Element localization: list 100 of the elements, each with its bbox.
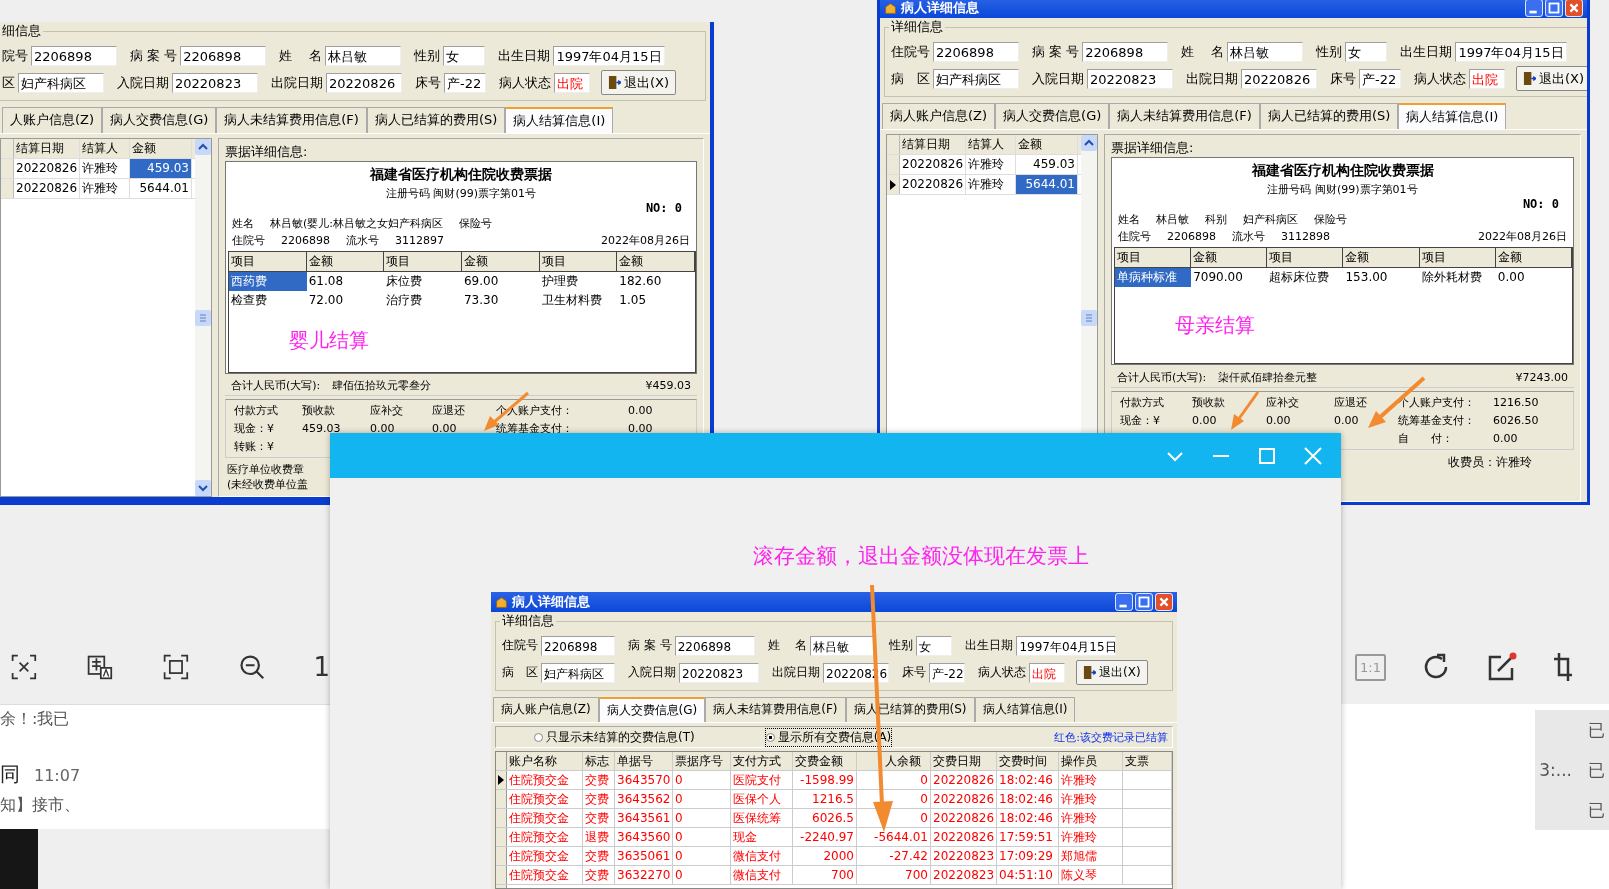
- table-cell[interactable]: 459.03: [1016, 155, 1078, 174]
- tab[interactable]: 人账户信息(Z): [2, 107, 103, 133]
- tab[interactable]: 病人未结算费用信息(F): [216, 107, 367, 133]
- text-field[interactable]: 林吕敏: [1227, 41, 1304, 62]
- tab[interactable]: 病人已结算的费用(S): [845, 697, 975, 722]
- text-field[interactable]: 妇产科病区: [18, 72, 104, 93]
- text-field[interactable]: 2206898: [933, 41, 1019, 62]
- text-field[interactable]: 1997年04月15日: [1016, 635, 1117, 656]
- payment-text: 0.00: [1334, 413, 1360, 429]
- text-field[interactable]: 妇产科病区: [541, 662, 615, 683]
- column-header: 项目: [1267, 248, 1344, 267]
- crop-icon[interactable]: [1551, 651, 1572, 683]
- field-label: 性别: [889, 637, 914, 654]
- field-label: 病 案 号: [1032, 42, 1080, 61]
- window-title: 病人详细信息: [512, 593, 590, 611]
- row-header[interactable]: [887, 175, 900, 194]
- tab[interactable]: 病人交费信息(G): [995, 103, 1110, 129]
- text-field[interactable]: 2206898: [541, 635, 615, 656]
- table-cell: -2240.97: [793, 828, 857, 846]
- text-field[interactable]: 出院: [1469, 68, 1505, 89]
- text-field[interactable]: 产-22: [929, 662, 965, 683]
- text-field[interactable]: 1997年04月15日: [1455, 41, 1568, 62]
- text-field[interactable]: 林吕敏: [325, 45, 402, 66]
- maximize-button[interactable]: [1135, 593, 1153, 611]
- column-header: 账户名称: [507, 752, 583, 770]
- table-cell[interactable]: 超标床位费: [1267, 268, 1344, 287]
- maximize-icon[interactable]: [1257, 445, 1277, 466]
- minimize-button[interactable]: [1525, 0, 1543, 17]
- minimize-button[interactable]: [1115, 593, 1133, 611]
- tab[interactable]: 病人结算信息(I): [974, 697, 1076, 722]
- scroll-up-icon[interactable]: [1081, 135, 1097, 151]
- tab[interactable]: 病人已结算的费用(S): [366, 107, 506, 133]
- table-cell[interactable]: 卫生材料费: [539, 291, 618, 310]
- text-field[interactable]: 2206898: [674, 635, 755, 656]
- radio-option[interactable]: 只显示未结算的交费信息(T): [534, 728, 695, 746]
- text-field[interactable]: 2206898: [180, 45, 267, 66]
- text-field[interactable]: 产-22: [444, 72, 486, 93]
- tab[interactable]: 病人交费信息(G): [598, 697, 706, 722]
- tab[interactable]: 病人已结算的费用(S): [1259, 103, 1399, 129]
- table-row[interactable]: 住院预交金 交费 3635061 0 微信支付 2000 -27.42 20220823 17:09:29 郑旭儒: [496, 847, 1172, 866]
- table-cell: 20220826: [900, 175, 966, 194]
- payment-text: 付款方式: [234, 403, 279, 419]
- table-cell[interactable]: 459.03: [130, 159, 192, 178]
- table-row[interactable]: 住院预交金 交费 3632270 0 微信支付 700 700 20220823 04:51:10 陈义琴: [496, 866, 1172, 885]
- scrollbar[interactable]: [195, 139, 211, 496]
- close-button[interactable]: [1565, 0, 1583, 17]
- text-field[interactable]: 女: [916, 635, 953, 656]
- table-cell[interactable]: 治疗费: [384, 291, 462, 310]
- tab[interactable]: 病人未结算费用信息(F): [705, 697, 846, 722]
- exit-button[interactable]: 退出(X): [601, 70, 677, 95]
- chat-time: 11:07: [34, 766, 81, 785]
- text-field[interactable]: 出院: [1029, 662, 1065, 683]
- table-cell[interactable]: 护理费: [539, 272, 618, 291]
- column-header: 项目: [229, 252, 307, 271]
- tab[interactable]: 病人账户信息(Z): [882, 103, 996, 129]
- tab[interactable]: 病人未结算费用信息(F): [1109, 103, 1260, 129]
- text-field[interactable]: 20220823: [172, 72, 258, 93]
- table-row[interactable]: 住院预交金 退费 3643560 0 现金 -2240.97 -5644.01 20220826 17:59:51 许雅玲: [496, 828, 1172, 847]
- field-label: 床号: [902, 664, 926, 681]
- text-field[interactable]: 女: [1345, 41, 1388, 62]
- table-row[interactable]: 住院预交金 交费 3643570 0 医院支付 -1598.99 0 20220826 18:02:46 许雅玲: [496, 771, 1172, 790]
- scroll-down-icon[interactable]: [195, 480, 211, 496]
- text-field[interactable]: 1997年04月15日: [553, 45, 666, 66]
- text-field[interactable]: 20220826: [1241, 68, 1317, 89]
- tab[interactable]: 病人账户信息(Z): [493, 697, 599, 722]
- close-button[interactable]: [1155, 593, 1173, 611]
- text-field[interactable]: 20220826: [326, 72, 402, 93]
- table-cell[interactable]: 5644.01: [130, 179, 192, 198]
- payment-text: 459.03: [302, 421, 342, 437]
- maximize-button[interactable]: [1545, 0, 1563, 17]
- table-cell[interactable]: 床位费: [384, 272, 462, 291]
- text-field[interactable]: 20220823: [679, 662, 759, 683]
- scroll-thumb-icon[interactable]: [195, 309, 211, 326]
- table-cell[interactable]: 西药费: [229, 272, 307, 291]
- annotation-text: 母亲结算: [1175, 311, 1255, 339]
- scroll-thumb-icon[interactable]: [1081, 310, 1097, 326]
- table-cell[interactable]: 除外耗材费: [1419, 268, 1496, 287]
- field-label: 床号: [415, 73, 441, 92]
- table-cell[interactable]: 单病种标准: [1115, 268, 1192, 287]
- text-field[interactable]: 女: [443, 45, 486, 66]
- exit-button[interactable]: 退出(X): [1516, 66, 1587, 91]
- text-field[interactable]: 2206898: [31, 45, 117, 66]
- text-field[interactable]: 20220823: [1087, 68, 1173, 89]
- table-cell[interactable]: 5644.01: [1016, 175, 1078, 194]
- tab[interactable]: 病人结算信息(I): [1398, 103, 1507, 129]
- text-field[interactable]: 产-22: [1359, 68, 1401, 89]
- text-field[interactable]: 妇产科病区: [933, 68, 1019, 89]
- row-header[interactable]: [496, 771, 507, 789]
- close-icon[interactable]: [1303, 445, 1323, 466]
- exit-button[interactable]: 退出(X): [1076, 660, 1148, 685]
- table-cell-text: 72.00: [307, 292, 344, 309]
- text-field[interactable]: 出院: [554, 72, 590, 93]
- scroll-up-icon[interactable]: [195, 139, 211, 155]
- text-field[interactable]: 2206898: [1082, 41, 1169, 62]
- annotation-text: 婴儿结算: [289, 327, 369, 355]
- tab[interactable]: 病人交费信息(G): [102, 107, 217, 133]
- table-cell[interactable]: 检查费: [229, 291, 307, 310]
- receipt-text: 姓名: [232, 216, 254, 231]
- table-cell: 20220826: [900, 155, 966, 174]
- tab[interactable]: 病人结算信息(I): [505, 107, 614, 133]
